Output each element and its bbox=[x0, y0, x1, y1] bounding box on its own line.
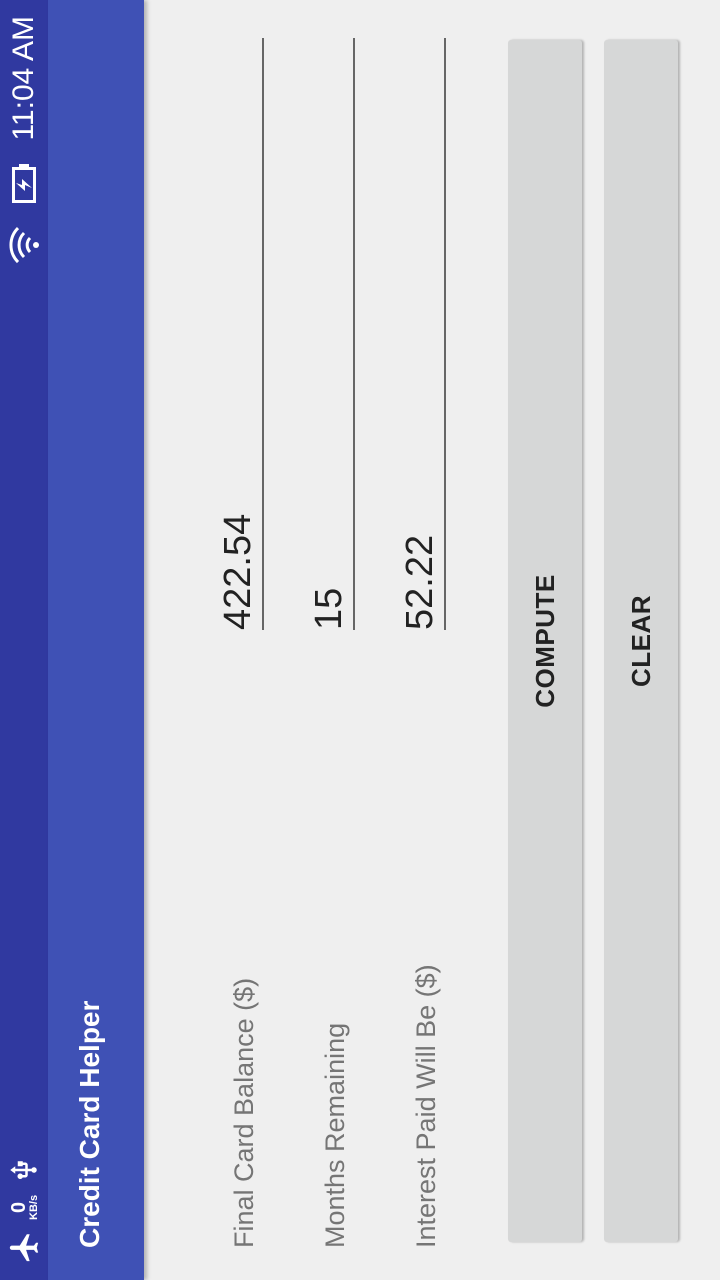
status-right: 11:04 AM bbox=[6, 16, 42, 265]
clear-button[interactable]: CLEAR bbox=[604, 40, 678, 1242]
network-speed: 0 KB/s bbox=[7, 1194, 40, 1220]
battery-charging-icon bbox=[12, 163, 36, 203]
interest-field: 52.22 bbox=[380, 38, 446, 630]
wifi-icon bbox=[7, 225, 41, 265]
status-bar: 0 KB/s 11:04 AM bbox=[0, 0, 48, 1280]
balance-row: Final Card Balance ($) 422.54 bbox=[198, 0, 290, 1280]
months-field[interactable]: 15 bbox=[289, 38, 355, 630]
months-value: 15 bbox=[308, 587, 350, 630]
balance-label: Final Card Balance ($) bbox=[229, 977, 259, 1248]
app-screen: 0 KB/s 11:04 AM Credit Card Helper Final… bbox=[0, 0, 720, 1280]
balance-value: 422.54 bbox=[217, 513, 259, 630]
network-speed-value: 0 bbox=[7, 1201, 30, 1214]
interest-label: Interest Paid Will Be ($) bbox=[411, 964, 441, 1248]
status-time: 11:04 AM bbox=[7, 16, 40, 141]
airplane-icon bbox=[7, 1230, 41, 1264]
interest-row: Interest Paid Will Be ($) 52.22 bbox=[380, 0, 472, 1280]
app-title: Credit Card Helper bbox=[74, 1000, 105, 1248]
balance-field[interactable]: 422.54 bbox=[198, 38, 264, 630]
interest-value: 52.22 bbox=[399, 534, 441, 630]
usb-icon bbox=[9, 1155, 39, 1185]
compute-button[interactable]: COMPUTE bbox=[508, 40, 582, 1242]
status-left: 0 KB/s bbox=[6, 1155, 42, 1264]
network-speed-unit: KB/s bbox=[27, 1194, 40, 1220]
months-row: Months Remaining 15 bbox=[289, 0, 381, 1280]
app-bar: Credit Card Helper bbox=[48, 0, 144, 1280]
months-label: Months Remaining bbox=[320, 1022, 350, 1248]
